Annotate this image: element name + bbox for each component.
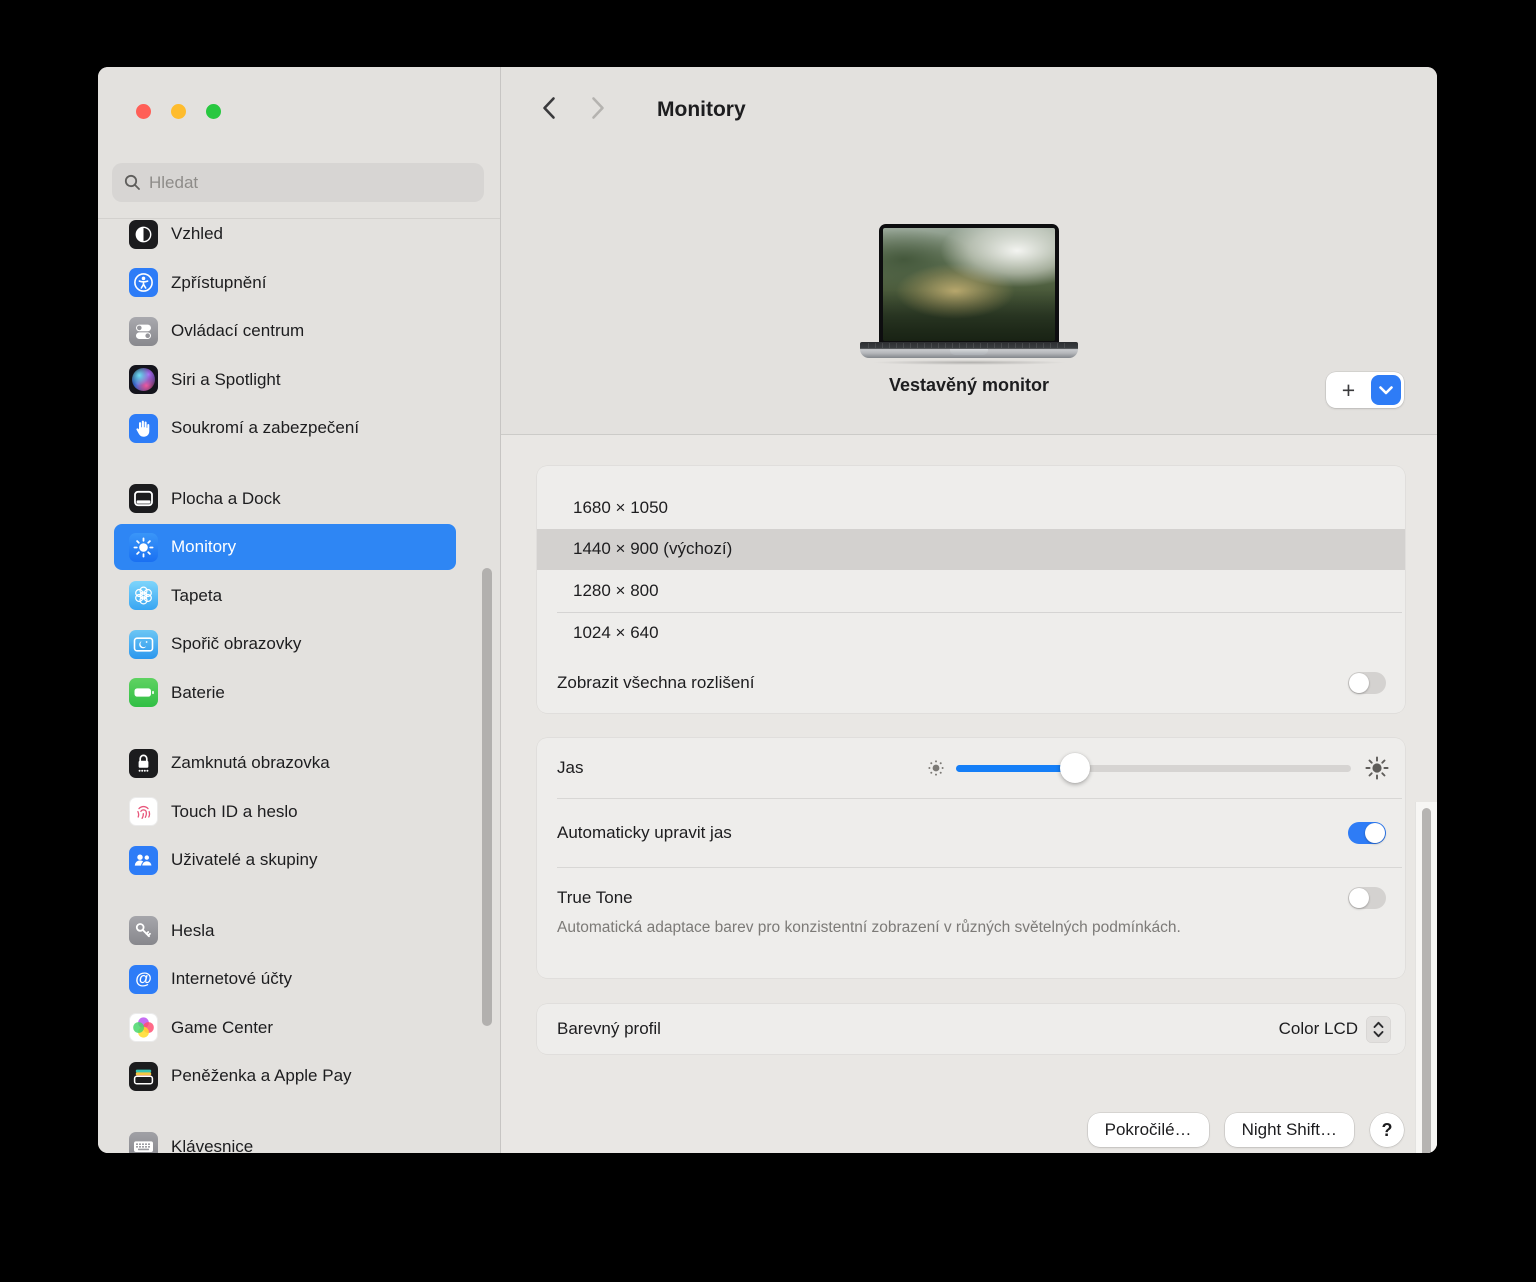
main-header: Monitory Vestavěný monitor + [501,67,1437,434]
true-tone-toggle[interactable] [1348,887,1386,909]
brightness-slider[interactable] [956,753,1351,783]
night-shift-button[interactable]: Night Shift… [1224,1113,1354,1147]
chevron-right-icon [591,97,604,119]
search-icon [124,174,140,190]
battery-icon [129,678,158,708]
sidebar-item-plocha-a-dock[interactable]: Plocha a Dock [98,475,500,524]
sidebar-item-vzhled[interactable]: Vzhled [98,219,500,259]
resolution-option-1024x640[interactable]: 1024 × 640 [537,612,1405,654]
sidebar-item-touch-id[interactable]: Touch ID a heslo [98,788,500,837]
auto-brightness-toggle[interactable] [1348,821,1386,844]
sidebar-list: Vzhled Zpřístupnění Ovládací centrum Sir… [98,218,500,1153]
sidebar-item-internetove-ucty[interactable]: @ Internetové účty [98,955,500,1004]
sidebar-item-monitory[interactable]: Monitory [98,523,500,572]
key-icon [129,916,158,946]
sidebar-item-ovladaci-centrum[interactable]: Ovládací centrum [98,307,500,356]
resolution-card: 1680 × 1050 1440 × 900 (výchozí) 1280 × … [537,466,1405,713]
color-profile-row: Barevný profil Color LCD [537,1004,1405,1054]
color-profile-select[interactable] [1366,1015,1391,1043]
desktop-dock-icon [129,484,158,514]
wallpaper-flower-icon [129,581,158,611]
control-center-icon [129,316,158,346]
slider-knob[interactable] [1059,753,1090,783]
system-settings-window: Hledat Vzhled Zpřístupnění Ovládací cent… [98,67,1437,1153]
show-all-resolutions-toggle[interactable] [1348,672,1386,694]
main-scrollbar[interactable] [1415,802,1437,1153]
slider-fill [956,764,1075,772]
brightness-high-sun-icon [1365,756,1389,780]
sidebar-item-zpristupneni[interactable]: Zpřístupnění [98,259,500,308]
resolution-option-1440x900-selected[interactable]: 1440 × 900 (výchozí) [537,528,1405,570]
accessibility-icon [129,268,158,298]
resolution-option-1280x800[interactable]: 1280 × 800 [537,570,1405,612]
main-panel: Monitory Vestavěný monitor + 1680 × 1050 [501,67,1437,1153]
touch-id-icon [129,797,158,827]
back-button[interactable] [537,95,559,121]
sidebar-item-tapeta[interactable]: Tapeta [98,572,500,621]
resolution-option-1680x1050[interactable]: 1680 × 1050 [537,487,1405,529]
privacy-hand-icon [129,413,158,443]
add-display-button[interactable]: + [1326,373,1371,407]
up-down-chevrons-icon [1373,1021,1384,1037]
sidebar-item-penezenka[interactable]: Peněženka a Apple Pay [98,1052,500,1101]
show-all-resolutions-row: Zobrazit všechna rozlišení [537,653,1405,713]
add-display-control: + [1326,372,1404,408]
brightness-slider-row [924,738,1391,798]
brightness-low-sun-icon [928,760,944,776]
display-name-label: Vestavěný monitor [888,375,1050,395]
users-icon [129,845,158,875]
sidebar-item-klavesnice[interactable]: Klávesnice [98,1123,500,1153]
wallet-icon [129,1061,158,1091]
sidebar-item-soukromi[interactable]: Soukromí a zabezpečení [98,404,500,453]
siri-icon [129,365,158,395]
brightness-card: Jas Automaticky upravit jas True Tone Au… [537,738,1405,978]
lock-screen-icon [129,748,158,778]
color-profile-card: Barevný profil Color LCD [537,1004,1405,1054]
help-button[interactable]: ? [1370,1113,1404,1147]
appearance-icon [129,219,158,249]
nav-controls [537,95,609,121]
traffic-lights [136,104,221,119]
true-tone-description: Automatická adaptace barev pro konzisten… [557,919,1181,936]
add-display-menu-button[interactable] [1371,375,1401,405]
search-placeholder: Hledat [149,172,199,192]
settings-scroll-area: 1680 × 1050 1440 × 900 (výchozí) 1280 × … [501,434,1437,1153]
chevron-down-icon [1379,385,1393,394]
forward-button[interactable] [587,95,609,121]
sidebar-item-siri[interactable]: Siri a Spotlight [98,356,500,405]
advanced-button[interactable]: Pokročilé… [1087,1113,1209,1147]
sidebar-item-zamknuta-obrazovka[interactable]: Zamknutá obrazovka [98,739,500,788]
zoom-button[interactable] [206,104,221,119]
main-scrollbar-thumb[interactable] [1422,808,1431,1153]
sidebar-item-baterie[interactable]: Baterie [98,669,500,718]
color-profile-value: Color LCD [1278,1019,1358,1038]
search-input[interactable]: Hledat [112,163,484,202]
close-button[interactable] [136,104,151,119]
sidebar-scrollbar[interactable] [482,568,492,1026]
game-center-icon [129,1013,158,1043]
chevron-left-icon [542,97,555,119]
screensaver-moon-icon [129,629,158,659]
sidebar-item-game-center[interactable]: Game Center [98,1004,500,1053]
minimize-button[interactable] [171,104,186,119]
displays-sun-icon [129,532,158,562]
sidebar-item-hesla[interactable]: Hesla [98,907,500,956]
footer-buttons: Pokročilé… Night Shift… ? [1087,1113,1404,1147]
sidebar: Hledat Vzhled Zpřístupnění Ovládací cent… [98,67,501,1153]
keyboard-icon [129,1132,158,1153]
sidebar-item-uzivatele[interactable]: Uživatelé a skupiny [98,836,500,885]
builtin-display-image [860,224,1078,365]
page-title: Monitory [657,98,746,121]
sidebar-item-sporic-obrazovky[interactable]: Spořič obrazovky [98,620,500,669]
auto-brightness-row: Automaticky upravit jas [537,798,1405,867]
at-sign-icon: @ [129,964,158,994]
